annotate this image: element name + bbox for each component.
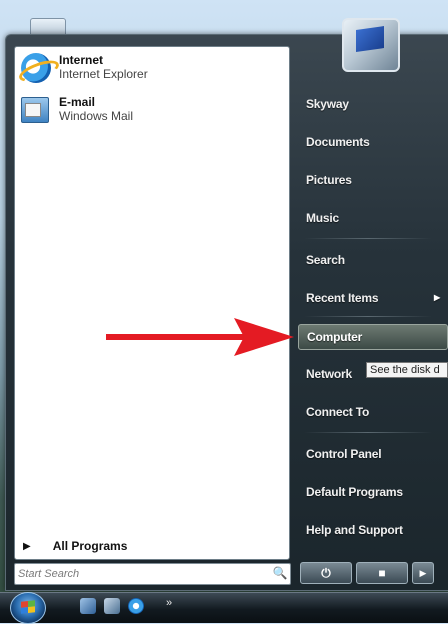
red-arrow-annotation-icon: [106, 318, 294, 356]
windows-mail-icon: [21, 95, 53, 123]
all-programs-label: All Programs: [52, 539, 128, 553]
right-item-skyway[interactable]: Skyway: [298, 92, 446, 116]
all-programs-button[interactable]: ▶ All Programs: [23, 539, 127, 553]
pinned-item-title: Internet: [59, 53, 104, 67]
right-item-pictures[interactable]: Pictures: [298, 168, 446, 192]
right-item-label: Recent Items: [306, 291, 379, 305]
divider: [304, 316, 432, 317]
pinned-item-subtitle: Internet Explorer: [59, 67, 148, 81]
internet-explorer-icon[interactable]: [128, 598, 144, 614]
quick-launch-expand-icon[interactable]: »: [166, 597, 172, 609]
switch-windows-icon[interactable]: [104, 598, 120, 614]
start-menu-left-pane: Internet Internet Explorer E-mail Window…: [14, 46, 290, 560]
right-item-control-panel[interactable]: Control Panel: [298, 442, 446, 466]
pinned-item-internet[interactable]: Internet Internet Explorer: [16, 53, 148, 86]
shutdown-options-button[interactable]: ▶: [412, 562, 434, 584]
windows-logo-icon: [21, 600, 35, 614]
divider: [304, 432, 432, 433]
right-item-help-support[interactable]: Help and Support: [298, 518, 446, 542]
right-item-connect-to[interactable]: Connect To: [298, 400, 446, 424]
power-button[interactable]: ⏻: [300, 562, 352, 584]
right-item-recent-items[interactable]: Recent Items ▶: [298, 286, 446, 310]
submenu-arrow-icon: ▶: [434, 293, 440, 302]
internet-explorer-icon: [16, 53, 62, 86]
pinned-item-subtitle: Windows Mail: [59, 109, 134, 123]
power-icon: ⏻: [321, 566, 331, 580]
pinned-item-email[interactable]: E-mail Windows Mail: [21, 95, 133, 123]
start-search-box[interactable]: 🔍: [14, 563, 291, 585]
search-icon[interactable]: 🔍: [272, 565, 288, 581]
lock-button[interactable]: ■: [356, 562, 408, 584]
taskbar: [0, 592, 448, 623]
arrow-right-icon: ▶: [419, 568, 427, 578]
right-item-documents[interactable]: Documents: [298, 130, 446, 154]
lock-icon: ■: [378, 566, 386, 580]
divider: [304, 238, 432, 239]
show-desktop-icon[interactable]: [80, 598, 96, 614]
right-item-default-programs[interactable]: Default Programs: [298, 480, 446, 504]
pinned-item-title: E-mail: [59, 95, 96, 109]
start-search-input[interactable]: [18, 565, 253, 583]
tooltip-text: See the disk d: [366, 362, 448, 378]
right-item-computer[interactable]: Computer: [298, 324, 448, 350]
right-item-search[interactable]: Search: [298, 248, 446, 272]
triangle-right-icon: ▶: [23, 540, 31, 552]
start-orb-button[interactable]: [10, 592, 46, 624]
right-item-music[interactable]: Music: [298, 206, 446, 230]
tooltip: See the disk d: [366, 362, 448, 378]
user-picture-avatar[interactable]: [342, 18, 400, 72]
